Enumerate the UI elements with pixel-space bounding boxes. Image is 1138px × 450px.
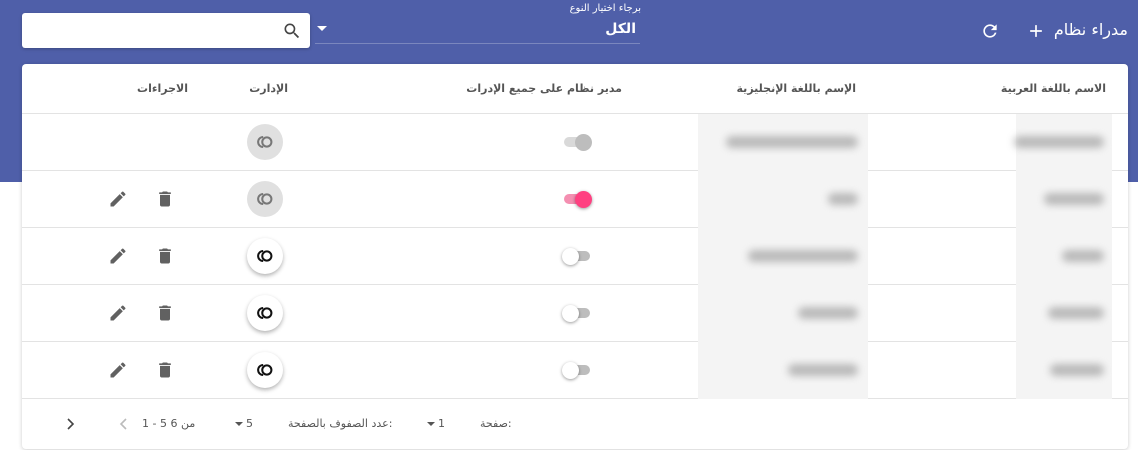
english-name-cell [698, 342, 868, 399]
toggle-thumb [562, 305, 579, 322]
type-filter-label: برجاء اختيار النوع [569, 3, 641, 14]
redacted-text [1048, 307, 1104, 319]
table-row [22, 114, 1128, 171]
page-title: مدراء نظام [1053, 20, 1128, 39]
departments-button [247, 124, 283, 160]
departments-button[interactable] [247, 295, 283, 331]
toggle-thumb [562, 248, 579, 265]
search-box [22, 13, 310, 48]
toggle-circle-icon [257, 249, 273, 263]
chevron-down-icon[interactable] [427, 422, 435, 426]
pagination-bar: صفحة: 1 عدد الصفوف بالصفحة: 5 1 - 5 من 6 [22, 400, 1128, 449]
table-header: الاسم باللغة العربية الإسم باللغة الإنجل… [22, 64, 1128, 114]
redacted-text [828, 193, 858, 205]
type-filter-value: الكل [605, 21, 636, 37]
table-row [22, 171, 1128, 228]
col-actions: الاجراءات [137, 82, 188, 95]
delete-icon[interactable] [155, 303, 175, 323]
all-depts-admin-toggle [562, 134, 592, 152]
english-name-cell [698, 285, 868, 342]
col-arabic-name[interactable]: الاسم باللغة العربية [1001, 82, 1106, 95]
edit-icon[interactable] [108, 189, 128, 209]
arabic-name-cell [1016, 342, 1112, 399]
rows-per-page-label: عدد الصفوف بالصفحة: [288, 417, 393, 430]
toggle-circle-icon [257, 135, 273, 149]
refresh-button[interactable] [977, 18, 1003, 44]
english-name-cell [698, 171, 868, 228]
all-depts-admin-toggle[interactable] [562, 362, 592, 380]
toggle-thumb [562, 362, 579, 379]
delete-icon[interactable] [155, 360, 175, 380]
col-departments: الإدارت [249, 82, 288, 95]
delete-icon[interactable] [155, 246, 175, 266]
all-depts-admin-toggle[interactable] [562, 191, 592, 209]
arabic-name-cell [1016, 228, 1112, 285]
previous-page-button[interactable] [116, 415, 132, 433]
col-english-name[interactable]: الإسم باللغة الإنجليزية [737, 82, 856, 95]
chevron-right-icon [67, 418, 75, 430]
table-row [22, 228, 1128, 285]
redacted-text [1050, 364, 1104, 376]
next-page-button[interactable] [62, 415, 78, 433]
departments-button[interactable] [247, 352, 283, 388]
chevron-left-icon [119, 418, 127, 430]
redacted-text [788, 364, 858, 376]
admins-table-card: الاسم باللغة العربية الإسم باللغة الإنجل… [22, 64, 1128, 449]
refresh-icon [983, 24, 997, 38]
redacted-text [726, 136, 858, 148]
page-select[interactable]: 1 [438, 417, 445, 430]
type-filter-select[interactable]: الكل [315, 18, 640, 44]
arabic-name-cell [1016, 171, 1112, 228]
english-name-cell [698, 228, 868, 285]
chevron-down-icon [317, 26, 327, 31]
page-label: صفحة: [480, 417, 512, 430]
redacted-text [798, 307, 858, 319]
toggle-thumb [575, 191, 592, 208]
col-all-depts-admin[interactable]: مدير نظام على جميع الإدرات [466, 82, 622, 95]
toggle-circle-icon [257, 306, 273, 320]
search-icon[interactable] [282, 21, 302, 41]
redacted-text [1014, 136, 1104, 148]
edit-icon[interactable] [108, 360, 128, 380]
plus-icon [1030, 25, 1042, 37]
toggle-circle-icon [257, 363, 273, 377]
pagination-range: 1 - 5 من 6 [142, 417, 196, 430]
toggle-circle-icon [257, 192, 273, 206]
add-button[interactable] [1023, 18, 1049, 44]
all-depts-admin-toggle[interactable] [562, 305, 592, 323]
table-row [22, 342, 1128, 399]
rows-per-page-select[interactable]: 5 [246, 417, 253, 430]
redacted-text [1062, 250, 1104, 262]
arabic-name-cell [1016, 285, 1112, 342]
english-name-cell [698, 114, 868, 171]
redacted-text [1044, 193, 1104, 205]
chevron-down-icon[interactable] [235, 422, 243, 426]
departments-button[interactable] [247, 238, 283, 274]
edit-icon[interactable] [108, 303, 128, 323]
toggle-thumb [575, 134, 592, 151]
all-depts-admin-toggle[interactable] [562, 248, 592, 266]
search-input[interactable] [28, 17, 273, 43]
table-row [22, 285, 1128, 342]
edit-icon[interactable] [108, 246, 128, 266]
departments-button [247, 181, 283, 217]
arabic-name-cell [1014, 114, 1112, 171]
delete-icon[interactable] [155, 189, 175, 209]
redacted-text [748, 250, 858, 262]
